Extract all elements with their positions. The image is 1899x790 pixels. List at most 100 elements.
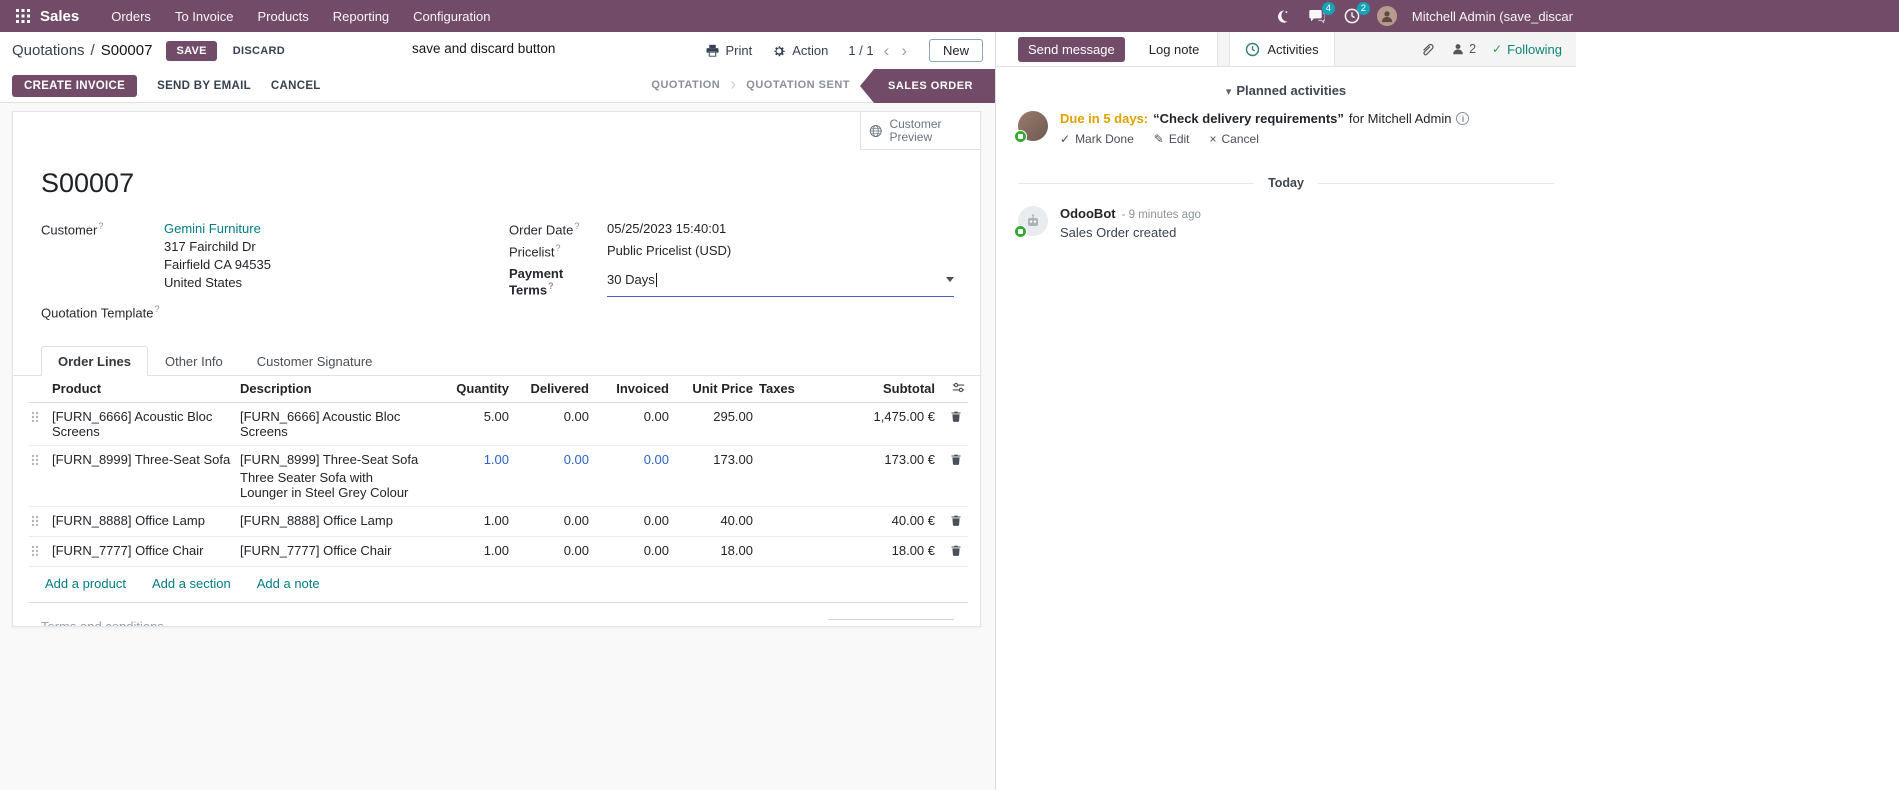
new-button[interactable]: New <box>928 39 983 62</box>
cell-description[interactable]: [FURN_8888] Office Lamp <box>237 507 426 534</box>
cell-description[interactable]: [FURN_6666] Acoustic Bloc Screens <box>237 403 426 445</box>
breadcrumb-parent[interactable]: Quotations <box>12 42 85 59</box>
menu-configuration[interactable]: Configuration <box>403 4 500 29</box>
cell-delivered[interactable]: 0.00 <box>512 403 592 430</box>
pager-previous-icon[interactable]: ‹ <box>882 42 892 59</box>
order-date-value[interactable]: 05/25/2023 15:40:01 <box>607 221 726 237</box>
info-icon[interactable]: i <box>1456 112 1470 125</box>
terms-and-conditions-placeholder[interactable]: Terms and conditions... <box>41 619 175 626</box>
mark-done-button[interactable]: ✓ Mark Done <box>1060 132 1134 146</box>
header-taxes[interactable]: Taxes <box>756 376 842 401</box>
tab-order-lines[interactable]: Order Lines <box>41 346 148 377</box>
drag-handle-icon[interactable] <box>29 507 49 533</box>
cell-delivered[interactable]: 0.00 <box>512 537 592 564</box>
header-delivered[interactable]: Delivered <box>512 376 592 401</box>
stage-quotation-sent[interactable]: QUOTATION SENT <box>736 69 860 103</box>
cell-invoiced[interactable]: 0.00 <box>592 403 672 430</box>
cell-taxes[interactable] <box>756 403 842 415</box>
cell-unit-price[interactable]: 40.00 <box>672 507 756 534</box>
attachments-paperclip-icon[interactable] <box>1420 42 1435 57</box>
customer-preview-button[interactable]: Customer Preview <box>860 112 980 150</box>
cell-quantity[interactable]: 1.00 <box>426 537 512 564</box>
action-button[interactable]: Action <box>772 43 828 58</box>
menu-products[interactable]: Products <box>247 4 318 29</box>
header-invoiced[interactable]: Invoiced <box>592 376 672 401</box>
cell-description[interactable]: [FURN_8999] Three-Seat Sofa Three Seater… <box>237 446 426 506</box>
table-row[interactable]: [FURN_6666] Acoustic Bloc Screens [FURN_… <box>29 403 968 447</box>
cell-taxes[interactable] <box>756 507 842 519</box>
delete-row-icon[interactable] <box>938 403 968 432</box>
cell-quantity[interactable]: 1.00 <box>426 507 512 534</box>
header-product[interactable]: Product <box>49 376 237 401</box>
cell-unit-price[interactable]: 295.00 <box>672 403 756 430</box>
print-button[interactable]: Print <box>706 43 752 58</box>
cell-invoiced[interactable]: 0.00 <box>592 446 672 473</box>
table-row[interactable]: [FURN_8888] Office Lamp [FURN_8888] Offi… <box>29 507 968 538</box>
cell-description[interactable]: [FURN_7777] Office Chair <box>237 537 426 564</box>
customer-link[interactable]: Gemini Furniture <box>164 221 261 236</box>
cell-taxes[interactable] <box>756 446 842 458</box>
cancel-activity-button[interactable]: × Cancel <box>1210 132 1259 146</box>
planned-activities-header[interactable]: ▾ Planned activities <box>1018 83 1554 98</box>
message-author[interactable]: OdooBot <box>1060 206 1116 221</box>
stage-sales-order[interactable]: SALES ORDER <box>860 69 995 103</box>
add-section-link[interactable]: Add a section <box>152 576 231 591</box>
pricelist-value[interactable]: Public Pricelist (USD) <box>607 243 731 259</box>
delete-row-icon[interactable] <box>938 446 968 475</box>
stage-quotation[interactable]: QUOTATION <box>641 69 730 103</box>
add-note-link[interactable]: Add a note <box>257 576 320 591</box>
pager-next-icon[interactable]: › <box>899 42 909 59</box>
delete-row-icon[interactable] <box>938 537 968 566</box>
menu-to-invoice[interactable]: To Invoice <box>165 4 244 29</box>
followers-button[interactable]: 2 <box>1451 42 1476 56</box>
tab-customer-signature[interactable]: Customer Signature <box>240 346 390 376</box>
cell-unit-price[interactable]: 173.00 <box>672 446 756 473</box>
menu-reporting[interactable]: Reporting <box>323 4 399 29</box>
odoobot-avatar[interactable] <box>1014 206 1048 238</box>
send-by-email-button[interactable]: SEND BY EMAIL <box>157 80 251 92</box>
activities-tab[interactable]: Activities <box>1229 32 1335 66</box>
activities-clock-icon[interactable]: 2 <box>1342 2 1370 26</box>
dark-mode-moon-icon[interactable] <box>1272 6 1292 26</box>
dropdown-caret-icon[interactable] <box>946 277 954 283</box>
cell-product[interactable]: [FURN_8999] Three-Seat Sofa <box>49 446 237 473</box>
create-invoice-button[interactable]: CREATE INVOICE <box>12 74 138 97</box>
messages-icon[interactable]: 4 <box>1307 2 1335 26</box>
edit-activity-button[interactable]: ✎ Edit <box>1154 132 1190 146</box>
drag-handle-icon[interactable] <box>29 446 49 472</box>
app-name[interactable]: Sales <box>40 8 79 25</box>
table-row[interactable]: [FURN_8999] Three-Seat Sofa [FURN_8999] … <box>29 446 968 508</box>
cell-invoiced[interactable]: 0.00 <box>592 537 672 564</box>
add-product-link[interactable]: Add a product <box>45 576 126 591</box>
cell-unit-price[interactable]: 18.00 <box>672 537 756 564</box>
header-subtotal[interactable]: Subtotal <box>842 376 938 401</box>
cell-delivered[interactable]: 0.00 <box>512 446 592 473</box>
menu-orders[interactable]: Orders <box>101 4 161 29</box>
cell-quantity[interactable]: 5.00 <box>426 403 512 430</box>
cell-taxes[interactable] <box>756 537 842 549</box>
log-note-button[interactable]: Log note <box>1149 42 1200 57</box>
cell-product[interactable]: [FURN_7777] Office Chair <box>49 537 237 564</box>
tab-other-info[interactable]: Other Info <box>148 346 240 376</box>
cell-product[interactable]: [FURN_6666] Acoustic Bloc Screens <box>49 403 237 445</box>
drag-handle-icon[interactable] <box>29 537 49 563</box>
cell-invoiced[interactable]: 0.00 <box>592 507 672 534</box>
following-button[interactable]: ✓ Following <box>1492 42 1562 57</box>
cell-delivered[interactable]: 0.00 <box>512 507 592 534</box>
user-name[interactable]: Mitchell Admin (save_discar <box>1412 9 1573 24</box>
apps-grid-icon[interactable] <box>10 3 36 29</box>
header-quantity[interactable]: Quantity <box>426 376 512 401</box>
user-avatar[interactable] <box>1376 6 1397 26</box>
cell-product[interactable]: [FURN_8888] Office Lamp <box>49 507 237 534</box>
header-unit-price[interactable]: Unit Price <box>672 376 756 401</box>
cancel-button[interactable]: CANCEL <box>271 80 321 92</box>
table-row[interactable]: [FURN_7777] Office Chair [FURN_7777] Off… <box>29 537 968 568</box>
save-button[interactable]: SAVE <box>166 40 217 61</box>
activity-avatar[interactable] <box>1014 111 1048 143</box>
discard-button[interactable]: DISCARD <box>233 45 285 57</box>
delete-row-icon[interactable] <box>938 507 968 536</box>
send-message-button[interactable]: Send message <box>1018 36 1125 62</box>
payment-terms-input[interactable]: 30 Days <box>607 266 954 297</box>
header-description[interactable]: Description <box>237 376 426 401</box>
cell-quantity[interactable]: 1.00 <box>426 446 512 473</box>
